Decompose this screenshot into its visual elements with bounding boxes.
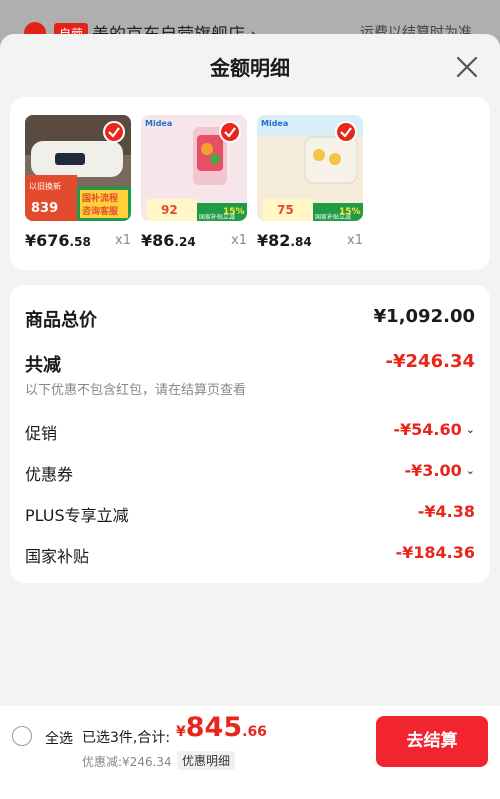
promotion-value: -¥54.60 ⌄: [393, 420, 475, 439]
total-reduction-value: -¥246.34: [385, 351, 475, 372]
national-subsidy-label: 国家补贴: [25, 547, 90, 566]
chevron-down-icon: ⌄: [465, 464, 475, 477]
product-image-steamer[interactable]: Midea 75 15% 国家补贴立减: [257, 115, 363, 221]
products-card: 国补流程 咨询客服 839 以旧换新 ¥676.58 x1 Midea 92 1…: [10, 97, 490, 270]
close-icon: [456, 56, 478, 78]
discount-total-note: 优惠减:¥246.34: [82, 755, 172, 769]
selected-count-text: 已选3件,合计:: [82, 730, 171, 746]
product-image-blender[interactable]: Midea 92 15% 国家补贴立减: [141, 115, 247, 221]
product-image-text: 国家补贴立减: [315, 214, 352, 221]
price-summary-card: 商品总价 ¥1,092.00 共减 -¥246.34 以下优惠不包含红包，请在结…: [10, 285, 490, 583]
product-image-text: 92: [161, 203, 178, 217]
reduction-note: 以下优惠不包含红包，请在结算页查看: [25, 383, 247, 398]
checkout-bar: 全选 已选3件,合计: ¥845.66 优惠减:¥246.34 优惠明细 去结算: [0, 706, 500, 799]
product-image-water-heater[interactable]: 国补流程 咨询客服 839 以旧换新: [25, 115, 131, 221]
product-image-text: Midea: [145, 119, 173, 128]
product-item[interactable]: 国补流程 咨询客服 839 以旧换新 ¥676.58 x1: [25, 115, 131, 250]
total-price-value: ¥1,092.00: [373, 306, 475, 327]
sheet-title: 金额明细: [210, 56, 290, 80]
national-subsidy-value: -¥184.36: [395, 543, 475, 562]
product-image-text: 国家补贴立减: [199, 214, 236, 221]
checked-icon: [219, 121, 241, 143]
total-payable-price: ¥845.66: [176, 712, 267, 743]
product-image-text: 国补流程: [82, 194, 119, 204]
product-image-text: 以旧换新: [29, 182, 61, 191]
product-image-text: Midea: [261, 119, 289, 128]
checked-icon: [103, 121, 125, 143]
product-image-text: 咨询客服: [82, 207, 119, 217]
product-price: ¥82.84: [257, 231, 312, 250]
product-price: ¥676.58: [25, 231, 91, 250]
discount-detail-link[interactable]: 优惠明细: [177, 751, 236, 770]
product-item[interactable]: Midea 75 15% 国家补贴立减 ¥82.84 x1: [257, 115, 363, 250]
checkout-button[interactable]: 去结算: [376, 716, 488, 767]
sheet-header: 金额明细: [0, 34, 500, 98]
total-reduction-label: 共减: [25, 355, 61, 376]
product-quantity: x1: [115, 233, 131, 248]
product-quantity: x1: [231, 233, 247, 248]
select-all-checkbox[interactable]: [12, 726, 32, 746]
checked-icon: [335, 121, 357, 143]
product-quantity: x1: [347, 233, 363, 248]
coupon-label: 优惠券: [25, 465, 74, 484]
product-item[interactable]: Midea 92 15% 国家补贴立减 ¥86.24 x1: [141, 115, 247, 250]
select-all-label[interactable]: 全选: [45, 728, 73, 748]
amount-detail-sheet: 金额明细 国补流程 咨询客服 839 以旧换新 ¥676.58 x1 Midea…: [0, 34, 500, 799]
promotion-label: 促销: [25, 424, 58, 443]
close-button[interactable]: [450, 50, 484, 84]
product-image-text: 75: [277, 203, 294, 217]
product-image-text: 839: [31, 201, 59, 216]
plus-discount-value: -¥4.38: [417, 502, 475, 521]
plus-discount-label: PLUS专享立减: [25, 506, 129, 525]
chevron-down-icon: ⌄: [465, 423, 475, 436]
total-price-label: 商品总价: [25, 310, 97, 331]
coupon-value: -¥3.00 ⌄: [404, 461, 475, 480]
product-price: ¥86.24: [141, 231, 196, 250]
